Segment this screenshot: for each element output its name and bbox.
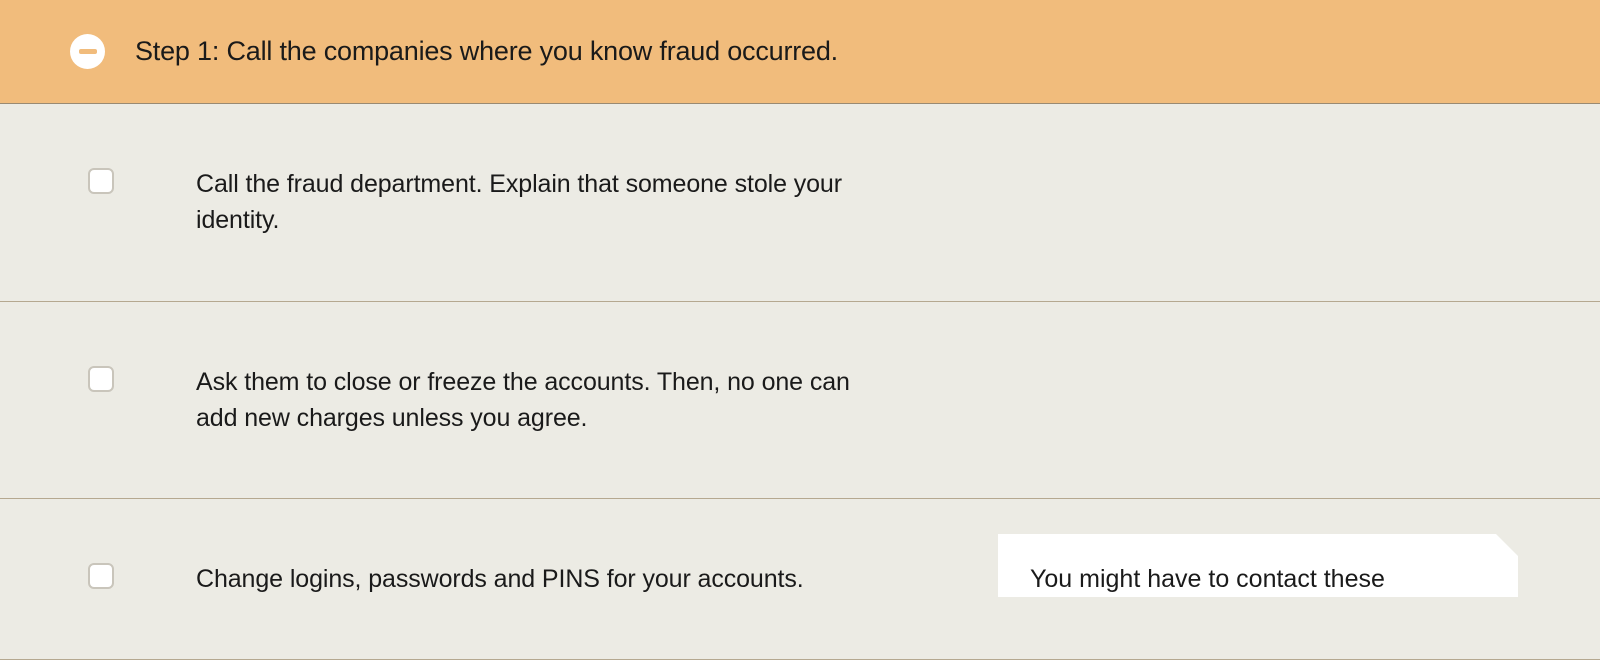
item-text: Call the fraud department. Explain that … — [196, 166, 876, 239]
checklist-item: Change logins, passwords and PINS for yo… — [0, 499, 1600, 660]
checklist-item: Call the fraud department. Explain that … — [0, 104, 1600, 302]
step-header[interactable]: Step 1: Call the companies where you kno… — [0, 0, 1600, 104]
collapse-icon[interactable] — [70, 34, 105, 69]
checklist-item: Ask them to close or freeze the accounts… — [0, 302, 1600, 500]
item-text: Ask them to close or freeze the accounts… — [196, 364, 876, 437]
checkbox-item-1[interactable] — [88, 168, 114, 194]
item-text: Change logins, passwords and PINS for yo… — [196, 561, 804, 597]
tooltip-text: You might have to contact these — [1030, 565, 1385, 593]
step-title: Step 1: Call the companies where you kno… — [135, 36, 838, 67]
checkbox-item-3[interactable] — [88, 563, 114, 589]
tooltip-box: You might have to contact these — [998, 534, 1518, 597]
checkbox-item-2[interactable] — [88, 366, 114, 392]
minus-icon — [79, 49, 97, 54]
